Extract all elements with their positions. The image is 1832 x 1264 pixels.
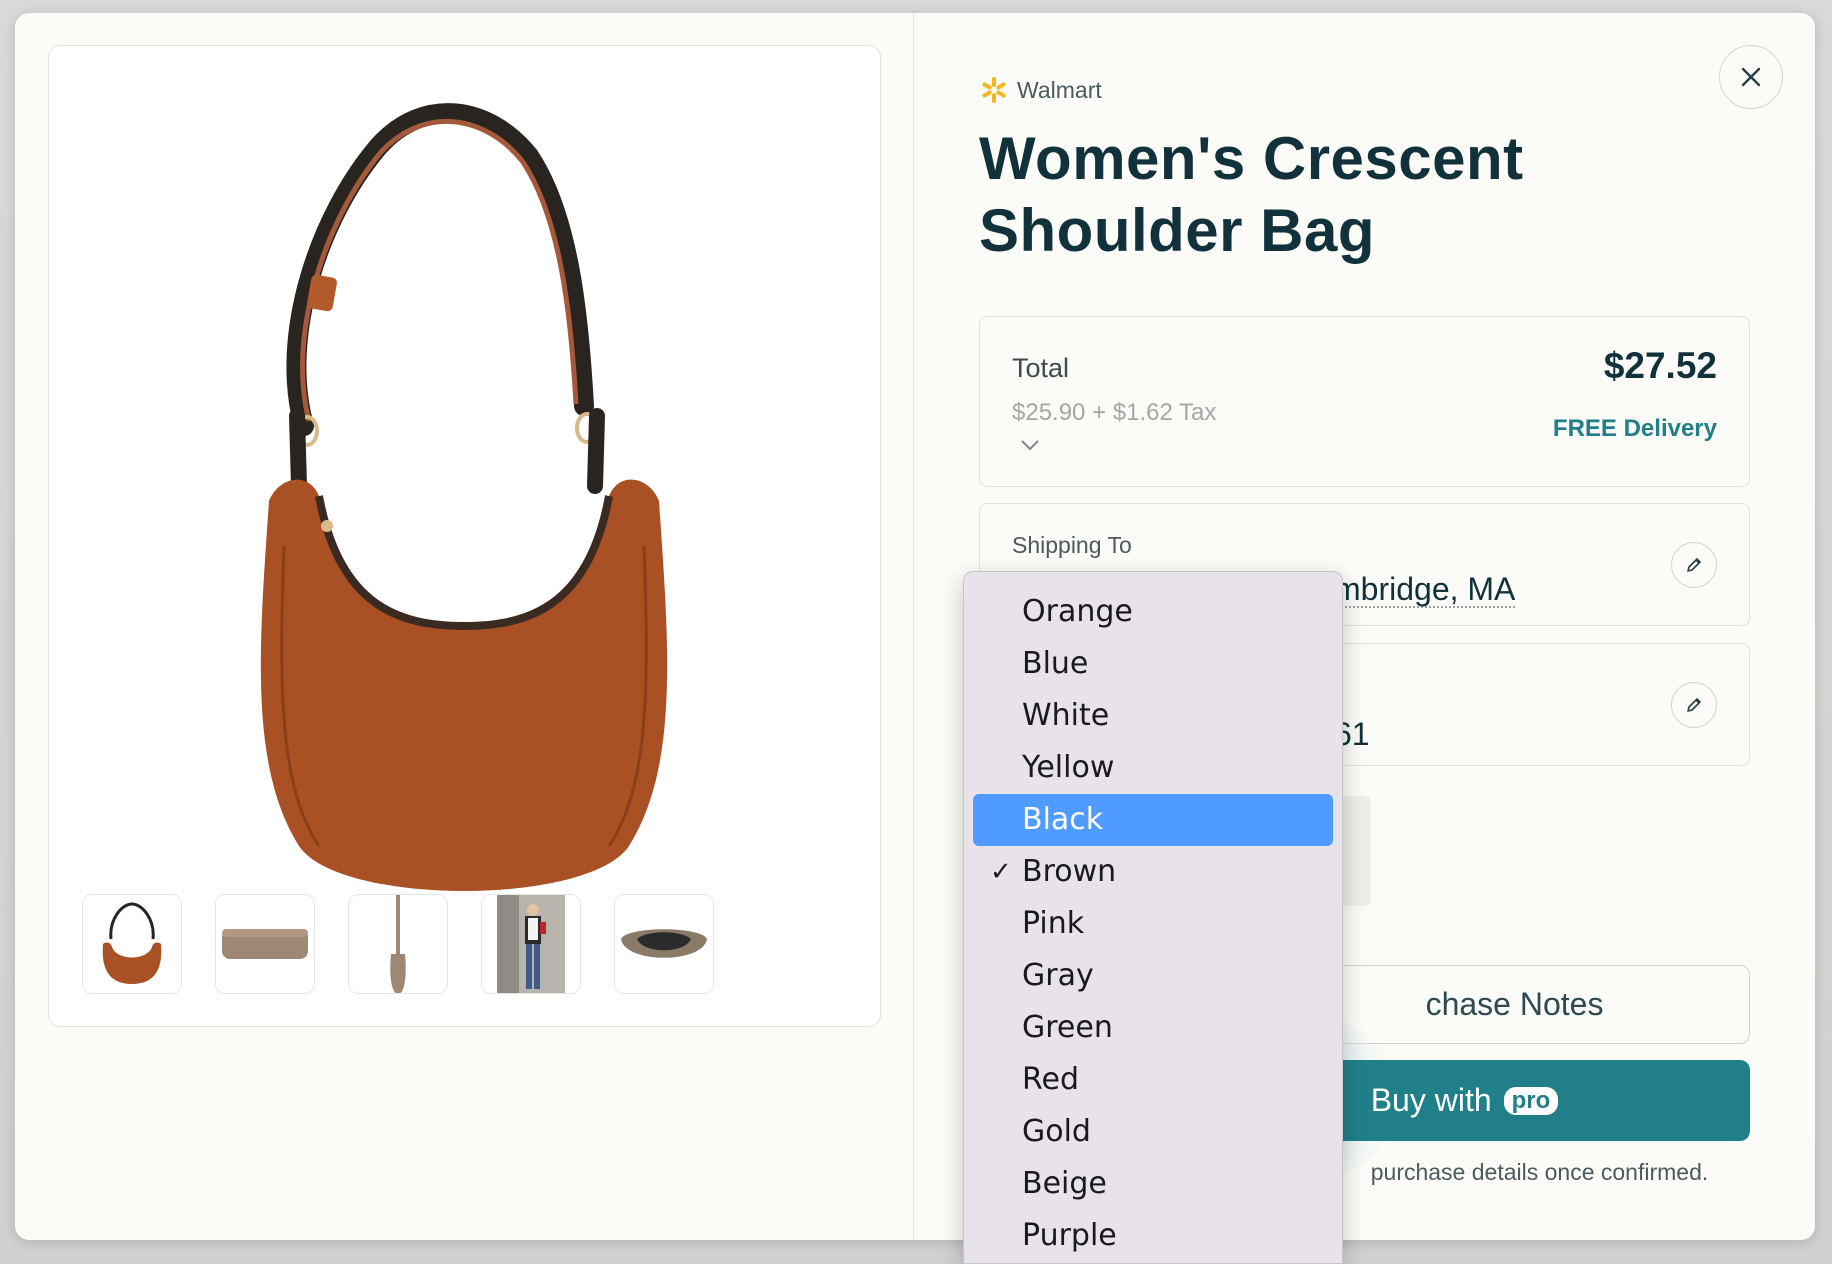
option-label: Yellow [1022, 750, 1115, 785]
option-white[interactable]: White [973, 690, 1333, 742]
total-card: Total $27.52 $25.90 + $1.62 Tax FREE Del… [979, 316, 1750, 487]
thumbnail-strip [82, 894, 714, 994]
thumbnail-model[interactable] [481, 894, 581, 994]
option-label: Green [1022, 1010, 1113, 1045]
option-gold[interactable]: Gold [973, 1106, 1333, 1158]
option-label: White [1022, 698, 1110, 733]
option-label: Red [1022, 1062, 1079, 1097]
option-label: Orange [1022, 594, 1133, 629]
delivery-label: FREE Delivery [1552, 415, 1717, 442]
option-label: Purple [1022, 1218, 1117, 1253]
shipping-label: Shipping To [1012, 532, 1132, 558]
option-label: Black [1022, 802, 1104, 837]
merchant-name: Walmart [1017, 76, 1102, 103]
close-button[interactable] [1719, 45, 1783, 109]
product-modal: Walmart Women's Crescent Shoulder Bag To… [15, 13, 1815, 1240]
option-orange[interactable]: Orange [973, 586, 1333, 638]
option-label: Pink [1022, 906, 1085, 941]
purchase-notes-label: chase Notes [1425, 986, 1604, 1022]
thumbnail-bag-front[interactable] [82, 894, 182, 994]
option-brown[interactable]: ✓ Brown [973, 846, 1333, 898]
thumbnail-bag-side[interactable] [348, 894, 448, 994]
shipping-address[interactable]: mbridge, MA [1334, 572, 1516, 608]
merchant: Walmart [979, 75, 1102, 105]
checkmark-icon: ✓ [990, 857, 1012, 887]
option-gray[interactable]: Gray [973, 950, 1333, 1002]
walmart-spark-icon [982, 77, 1006, 103]
option-blue[interactable]: Blue [973, 638, 1333, 690]
option-label: Gold [1022, 1114, 1091, 1149]
product-title: Women's Crescent Shoulder Bag [979, 125, 1524, 264]
option-red[interactable]: Red [973, 1054, 1333, 1106]
option-beige[interactable]: Beige [973, 1158, 1333, 1210]
option-pink[interactable]: Pink [973, 898, 1333, 950]
edit-shipping-button[interactable] [1671, 542, 1717, 588]
option-label: Gray [1022, 958, 1094, 993]
thumbnail-bag-base[interactable] [215, 894, 315, 994]
option-label: Beige [1022, 1166, 1107, 1201]
option-black[interactable]: Black [973, 794, 1333, 846]
thumbnail-bag-open[interactable] [614, 894, 714, 994]
product-main-image [260, 103, 668, 891]
color-dropdown[interactable]: Orange Blue White Yellow Black ✓ Brown Pi… [963, 571, 1343, 1264]
edit-payment-button[interactable] [1671, 682, 1717, 728]
price-breakdown: $25.90 + $1.62 Tax [1012, 399, 1217, 426]
pro-badge: pro [1503, 1086, 1559, 1115]
buy-button-label: Buy with [1370, 1082, 1492, 1118]
pencil-icon [1687, 698, 1701, 712]
option-green[interactable]: Green [973, 1002, 1333, 1054]
panel-divider [913, 13, 914, 1240]
option-label: Blue [1022, 646, 1089, 681]
close-icon [1741, 67, 1761, 87]
product-gallery [48, 45, 881, 1027]
chevron-down-icon[interactable] [1020, 439, 1040, 451]
option-label: Brown [1022, 854, 1117, 889]
total-value: $27.52 [1603, 345, 1717, 386]
option-purple[interactable]: Purple [973, 1210, 1333, 1262]
total-label: Total [1012, 353, 1070, 383]
option-yellow[interactable]: Yellow [973, 742, 1333, 794]
confirm-text-label: purchase details once confirmed. [1370, 1159, 1709, 1185]
pencil-icon [1687, 558, 1701, 572]
